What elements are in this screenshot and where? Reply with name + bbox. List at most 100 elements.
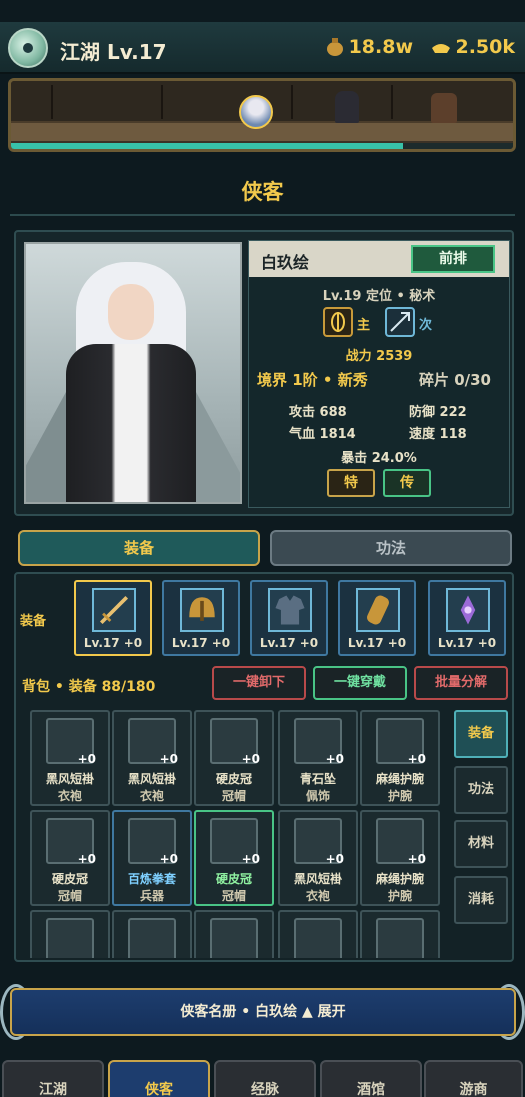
bag-item[interactable] bbox=[112, 910, 192, 958]
realm-text: 境界 1阶 • 新秀 bbox=[257, 371, 368, 389]
bag-item[interactable] bbox=[194, 910, 274, 958]
position-tag[interactable]: 前排 bbox=[411, 245, 495, 273]
nav-heroes[interactable]: 侠客 bbox=[108, 1060, 210, 1097]
bracer-icon bbox=[356, 588, 400, 632]
item-name: 硬皮冠 bbox=[215, 872, 252, 886]
nav-merchant[interactable]: 游商 bbox=[424, 1060, 523, 1097]
item-type: 冠帽 bbox=[221, 789, 246, 803]
pendant-icon bbox=[210, 918, 258, 958]
bag-item[interactable]: +0 青石坠 佩饰 bbox=[278, 710, 358, 806]
item-type: 护腕 bbox=[387, 789, 412, 803]
money-bag-icon bbox=[326, 38, 343, 56]
nav-jianghu[interactable]: 江湖 bbox=[2, 1060, 104, 1097]
trait-button[interactable]: 特 bbox=[327, 469, 375, 497]
stat-hp: 气血 1814 bbox=[289, 427, 356, 442]
batch-dismantle-button[interactable]: 批量分解 bbox=[414, 666, 508, 700]
bag-item[interactable]: +0 黑风短褂 衣袍 bbox=[30, 710, 110, 806]
equip-slot-weapon[interactable]: Lv.17 +0 bbox=[74, 580, 152, 656]
item-type: 冠帽 bbox=[57, 889, 82, 903]
bag-item[interactable] bbox=[278, 910, 358, 958]
legend-button[interactable]: 传 bbox=[383, 469, 431, 497]
hero-avatar-icon bbox=[239, 95, 273, 129]
bag-item[interactable]: +0 黑风短褂 衣袍 bbox=[278, 810, 358, 906]
tab-equipment[interactable]: 装备 bbox=[18, 530, 260, 566]
secondary-role-icon[interactable] bbox=[385, 307, 415, 337]
hero-robe bbox=[66, 344, 196, 502]
item-type: 衣袍 bbox=[139, 789, 164, 803]
gold-amount: 2.50k bbox=[455, 36, 515, 58]
bag-item[interactable]: +0 麻绳护腕 护腕 bbox=[360, 810, 440, 906]
jade-pendant-icon[interactable] bbox=[8, 28, 48, 68]
stat-defense: 防御 222 bbox=[409, 405, 467, 420]
battle-progress-fill bbox=[11, 143, 403, 149]
bag-item[interactable]: +0 麻绳护腕 护腕 bbox=[360, 710, 440, 806]
primary-role-label: 主 bbox=[357, 318, 371, 333]
tree-icon bbox=[291, 85, 305, 119]
level-role: Lv.19 定位 • 秘术 bbox=[322, 289, 436, 304]
bag-item[interactable]: +0 百炼拳套兵器 bbox=[112, 810, 192, 906]
tab-skills[interactable]: 功法 bbox=[270, 530, 512, 566]
filter-materials[interactable]: 材料 bbox=[454, 820, 508, 868]
item-type: 佩饰 bbox=[305, 789, 330, 803]
nav-meridians[interactable]: 经脉 bbox=[214, 1060, 316, 1097]
item-plus: +0 bbox=[241, 752, 260, 766]
bag-item[interactable]: +0 硬皮冠 冠帽 bbox=[194, 810, 274, 906]
equipped-label: 装备 bbox=[20, 614, 47, 629]
item-name: 麻绳护腕 bbox=[375, 872, 424, 886]
hero-info: 白玖绘 前排 Lv.19 定位 • 秘术 主 次 战力 2539 境界 1阶 •… bbox=[248, 240, 510, 508]
stat-crit: 暴击 24.0% bbox=[341, 451, 417, 466]
bag-item[interactable] bbox=[360, 910, 440, 958]
combat-power: 战力 2539 bbox=[345, 349, 413, 364]
hero-roster-toggle[interactable]: 侠客名册 • 白玖绘 ▲ 展开 bbox=[10, 988, 516, 1036]
bag-item[interactable]: +0 硬皮冠 冠帽 bbox=[194, 710, 274, 806]
filter-skills[interactable]: 功法 bbox=[454, 766, 508, 814]
tree-icon bbox=[161, 85, 175, 119]
slot-level: Lv.17 +0 bbox=[347, 636, 407, 650]
bag-item[interactable] bbox=[30, 910, 110, 958]
item-type: 兵器 bbox=[139, 889, 164, 903]
equip-slot-amulet[interactable]: Lv.17 +0 bbox=[428, 580, 506, 656]
hero-face bbox=[108, 284, 154, 340]
stat-attack: 攻击 688 bbox=[289, 405, 347, 420]
nav-tavern[interactable]: 酒馆 bbox=[320, 1060, 422, 1097]
bag-item[interactable]: +0 硬皮冠 冠帽 bbox=[30, 810, 110, 906]
item-type: 衣袍 bbox=[305, 889, 330, 903]
item-plus: +0 bbox=[325, 752, 344, 766]
enemy-bandit-icon bbox=[431, 93, 457, 123]
item-name: 硬皮冠 bbox=[51, 872, 88, 886]
unequip-all-button[interactable]: 一键卸下 bbox=[212, 666, 306, 700]
hero-name-bar: 白玖绘 前排 bbox=[249, 241, 509, 277]
item-plus: +0 bbox=[407, 752, 426, 766]
amulet-icon bbox=[446, 588, 490, 632]
pendant-icon bbox=[128, 918, 176, 958]
item-name: 百炼拳套 bbox=[127, 872, 176, 886]
filter-equipment[interactable]: 装备 bbox=[454, 710, 508, 758]
tree-icon bbox=[51, 85, 65, 119]
silver-amount: 18.8w bbox=[348, 36, 413, 58]
slot-level: Lv.17 +0 bbox=[171, 636, 231, 650]
primary-role-icon[interactable] bbox=[323, 307, 353, 337]
item-plus: +0 bbox=[159, 852, 178, 866]
equip-all-button[interactable]: 一键穿戴 bbox=[313, 666, 407, 700]
silver-currency: 18.8w bbox=[325, 36, 413, 58]
pendant-icon bbox=[294, 918, 342, 958]
staff-icon bbox=[46, 918, 94, 958]
shard-count: 碎片 0/30 bbox=[418, 371, 491, 389]
equip-slot-robe[interactable]: Lv.17 +0 bbox=[250, 580, 328, 656]
item-plus: +0 bbox=[77, 752, 96, 766]
equip-slot-bracer[interactable]: Lv.17 +0 bbox=[338, 580, 416, 656]
item-name: 黑风短褂 bbox=[127, 772, 176, 786]
top-bar: 江湖 Lv.17 18.8w 2.50k bbox=[0, 22, 525, 74]
item-type: 衣袍 bbox=[57, 789, 82, 803]
battle-strip[interactable] bbox=[8, 78, 516, 152]
item-plus: +0 bbox=[325, 852, 344, 866]
bag-item[interactable]: +0 黑风短褂衣袍 bbox=[112, 710, 192, 806]
filter-consumables[interactable]: 消耗 bbox=[454, 876, 508, 924]
sword-icon bbox=[92, 588, 136, 632]
bag-title: 背包 • 装备 88/180 bbox=[22, 679, 156, 695]
item-plus: +0 bbox=[159, 752, 178, 766]
gold-ingot-icon bbox=[432, 44, 451, 53]
equip-slot-helmet[interactable]: Lv.17 +0 bbox=[162, 580, 240, 656]
hero-portrait[interactable] bbox=[24, 242, 242, 504]
region-level-title: 江湖 Lv.17 bbox=[60, 40, 167, 64]
